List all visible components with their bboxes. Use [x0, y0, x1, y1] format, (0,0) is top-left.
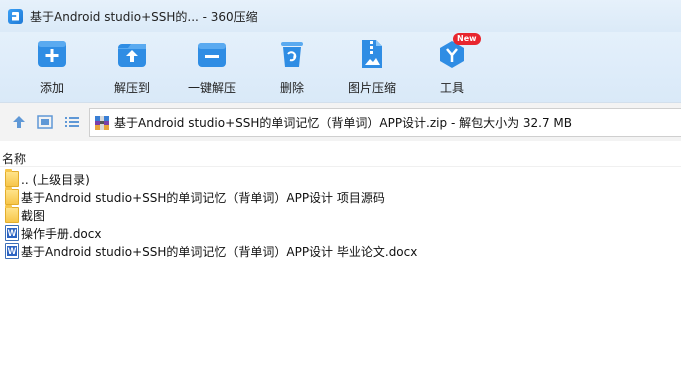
list-item-label: 基于Android studio+SSH的单词记忆（背单词）APP设计 项目源码: [21, 190, 385, 205]
one-click-extract-button-label: 一键解压: [187, 81, 236, 95]
list-view-icon[interactable]: [64, 114, 80, 130]
image-compress-button[interactable]: 图片压缩: [334, 38, 410, 98]
title-bar[interactable]: 基于Android studio+SSH的... - 360压缩: [0, 0, 681, 32]
address-bar[interactable]: 基于Android studio+SSH的单词记忆（背单词）APP设计.zip …: [89, 108, 681, 137]
list-item-parent-dir[interactable]: .. (上级目录): [0, 169, 681, 188]
toolbar: 添加 解压到 一键解压 删除 图片压缩 New 工具: [0, 32, 681, 102]
add-button[interactable]: 添加: [14, 38, 90, 98]
list-item-screenshots-folder[interactable]: 截图: [0, 205, 681, 224]
list-item-label: .. (上级目录): [21, 172, 90, 187]
one-click-extract-button[interactable]: 一键解压: [174, 38, 250, 98]
trash-icon: [276, 38, 308, 70]
list-item-thesis-docx[interactable]: 基于Android studio+SSH的单词记忆（背单词）APP设计 毕业论文…: [0, 242, 681, 260]
delete-button-label: 删除: [279, 81, 304, 95]
column-header-name[interactable]: 名称: [0, 146, 681, 167]
word-document-icon: [5, 225, 19, 241]
list-item-manual-docx[interactable]: 操作手册.docx: [0, 224, 681, 242]
folder-icon: [5, 169, 19, 187]
address-path: 基于Android studio+SSH的单词记忆（背单词）APP设计.zip …: [114, 116, 573, 130]
delete-button[interactable]: 删除: [254, 38, 330, 98]
zip-archive-icon: [94, 115, 110, 131]
up-arrow-icon[interactable]: [11, 114, 27, 130]
app-logo-icon: [8, 8, 23, 24]
list-item-source-folder[interactable]: 基于Android studio+SSH的单词记忆（背单词）APP设计 项目源码: [0, 187, 681, 206]
address-row: 基于Android studio+SSH的单词记忆（背单词）APP设计.zip …: [0, 102, 681, 141]
window-title: 基于Android studio+SSH的... - 360压缩: [30, 9, 258, 24]
add-icon: [36, 38, 68, 70]
list-item-label: 截图: [21, 208, 46, 223]
detail-view-icon[interactable]: [37, 114, 53, 130]
list-item-label: 基于Android studio+SSH的单词记忆（背单词）APP设计 毕业论文…: [21, 244, 418, 259]
folder-icon: [5, 187, 19, 205]
tools-button-label: 工具: [439, 81, 464, 95]
file-list: 名称 .. (上级目录) 基于Android studio+SSH的单词记忆（背…: [0, 141, 681, 365]
app-window: 基于Android studio+SSH的... - 360压缩 添加 解压到 …: [0, 0, 681, 365]
column-header-label: 名称: [2, 152, 27, 166]
extract-to-icon: [116, 38, 148, 70]
tools-button[interactable]: New 工具: [414, 33, 490, 98]
tools-icon: New: [436, 33, 481, 70]
image-compress-button-label: 图片压缩: [347, 81, 396, 95]
word-document-icon: [5, 243, 19, 259]
image-compress-icon: [356, 38, 388, 70]
folder-icon: [5, 205, 19, 223]
add-button-label: 添加: [39, 81, 64, 95]
extract-to-button[interactable]: 解压到: [94, 38, 170, 98]
one-click-extract-icon: [196, 38, 228, 70]
list-item-label: 操作手册.docx: [21, 226, 102, 241]
new-badge: New: [453, 33, 481, 45]
extract-to-button-label: 解压到: [113, 81, 150, 95]
